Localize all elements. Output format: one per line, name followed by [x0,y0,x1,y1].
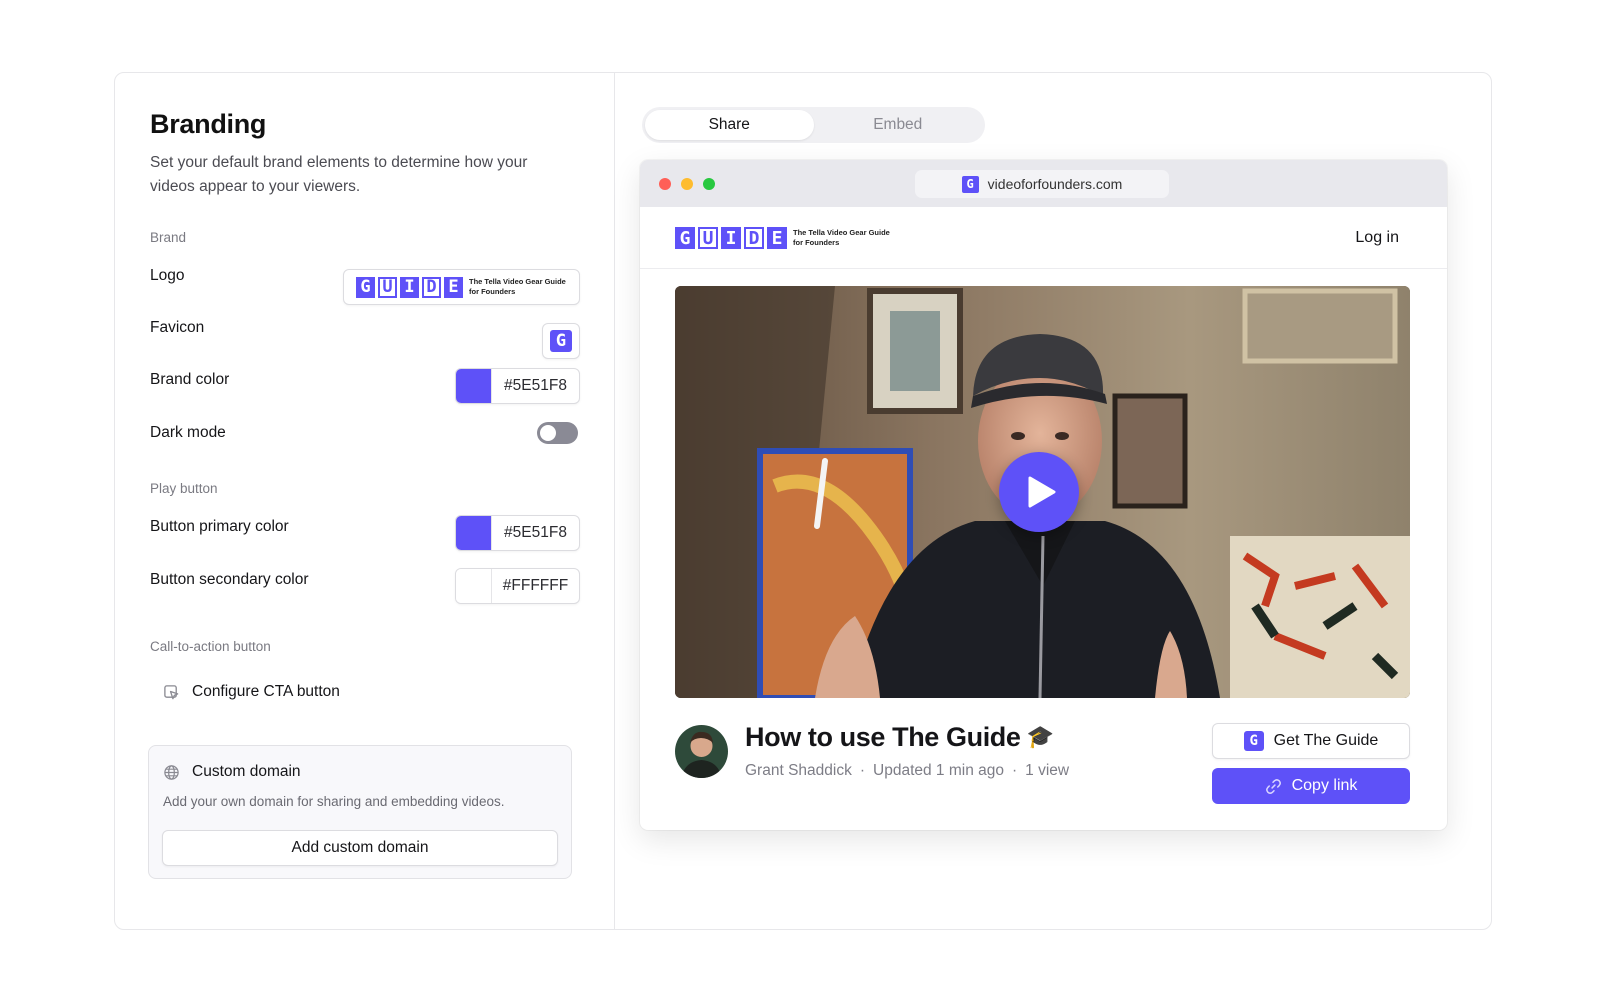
logo-letter: I [400,276,419,298]
custom-domain-description: Add your own domain for sharing and embe… [163,794,505,809]
logo-letter: E [444,276,463,298]
logo-letter: I [721,227,741,249]
updated-time: Updated 1 min ago [873,762,1004,779]
section-cta-label: Call-to-action button [150,639,271,654]
section-brand-label: Brand [150,230,187,245]
guide-logo-mark: G U I D E [356,276,463,298]
minimize-dot-icon [681,178,693,190]
guide-g-icon: G [1243,731,1264,751]
page-title: Branding [150,109,267,139]
button-primary-color-label: Button primary color [150,518,289,535]
url-text: videoforfounders.com [987,176,1123,192]
logo-letter: G [675,227,695,249]
logo-upload[interactable]: G U I D E The Tella Video Gear Guide for… [343,269,580,305]
custom-domain-title: Custom domain [192,763,301,780]
preview-panel: Share Embed G videoforfounders.com G U I [615,73,1491,929]
share-embed-tabs: Share Embed [642,107,985,143]
favicon-upload[interactable]: G [542,323,580,359]
author-avatar [675,725,728,778]
get-the-guide-label: Get The Guide [1273,732,1379,749]
brand-color-input[interactable]: #5E51F8 [455,368,580,404]
browser-preview: G videoforfounders.com G U I D E The Tel… [640,160,1447,830]
video-player[interactable] [675,286,1410,698]
logo-letter: U [378,276,397,298]
custom-domain-header: Custom domain [163,763,301,781]
copy-link-button[interactable]: Copy link [1212,768,1410,804]
favicon-icon: G [550,330,572,352]
play-icon [1028,476,1056,508]
video-title: How to use The Guide 🎓 [745,722,1054,753]
favicon-label: Favicon [150,319,205,336]
button-secondary-color-input[interactable]: #FFFFFF [455,568,580,604]
button-secondary-color-label: Button secondary color [150,571,309,588]
page-subtitle: Set your default brand elements to deter… [150,154,528,195]
add-custom-domain-button[interactable]: Add custom domain [162,830,558,866]
logo-letter: D [744,227,764,249]
site-logo[interactable]: G U I D E The Tella Video Gear Guide for… [675,227,890,249]
configure-cta-label: Configure CTA button [192,683,340,700]
globe-icon [164,764,179,780]
graduation-cap-icon: 🎓 [1026,725,1054,750]
site-header: G U I D E The Tella Video Gear Guide for… [640,207,1447,269]
author-name: Grant Shaddick [745,762,852,779]
logo-tagline: The Tella Video Gear Guide for Founders [469,277,566,297]
play-button[interactable] [999,452,1079,532]
primary-color-hex[interactable]: #5E51F8 [492,524,579,542]
maximize-dot-icon [703,178,715,190]
tab-embed[interactable]: Embed [814,110,983,140]
link-icon [1265,778,1281,794]
primary-color-swatch[interactable] [456,516,492,550]
copy-link-label: Copy link [1291,777,1358,794]
logo-tagline: The Tella Video Gear Guide for Founders [793,228,890,248]
favicon-icon: G [961,175,979,193]
meta-separator: · [1012,762,1018,779]
browser-chrome: G videoforfounders.com [640,160,1447,207]
get-the-guide-button[interactable]: G Get The Guide [1212,723,1410,759]
logo-tagline-line1: The Tella Video Gear Guide [793,228,890,237]
logo-label: Logo [150,267,185,284]
log-in-link[interactable]: Log in [1355,229,1399,247]
brand-color-hex[interactable]: #5E51F8 [492,377,579,395]
brand-color-label: Brand color [150,371,230,388]
branding-settings-panel: Branding Set your default brand elements… [115,73,615,929]
view-count: 1 view [1025,762,1070,779]
video-meta: Grant Shaddick · Updated 1 min ago · 1 view [745,762,1069,780]
toggle-knob [540,425,556,441]
brand-color-swatch[interactable] [456,369,492,403]
section-play-button-label: Play button [150,481,218,496]
logo-letter: G [356,276,375,298]
secondary-color-swatch[interactable] [456,569,492,603]
button-primary-color-input[interactable]: #5E51F8 [455,515,580,551]
close-dot-icon [659,178,671,190]
configure-cta-button[interactable]: Configure CTA button [163,683,340,701]
meta-separator: · [859,762,866,779]
logo-letter: E [767,227,787,249]
video-title-text: How to use The Guide [745,722,1021,752]
address-bar[interactable]: G videoforfounders.com [915,170,1169,198]
cursor-click-icon [164,684,179,699]
dark-mode-toggle[interactable] [537,422,578,444]
logo-tagline-line2: for Founders [793,238,840,247]
logo-letter: U [698,227,718,249]
tab-share[interactable]: Share [645,110,814,140]
logo-letter: D [422,276,441,298]
dark-mode-label: Dark mode [150,424,226,441]
secondary-color-hex[interactable]: #FFFFFF [492,577,579,595]
branding-card: Branding Set your default brand elements… [114,72,1492,930]
logo-tagline-line1: The Tella Video Gear Guide [469,277,566,286]
custom-domain-panel: Custom domain Add your own domain for sh… [148,745,572,879]
guide-logo-mark: G U I D E [675,227,787,249]
logo-tagline-line2: for Founders [469,287,516,296]
